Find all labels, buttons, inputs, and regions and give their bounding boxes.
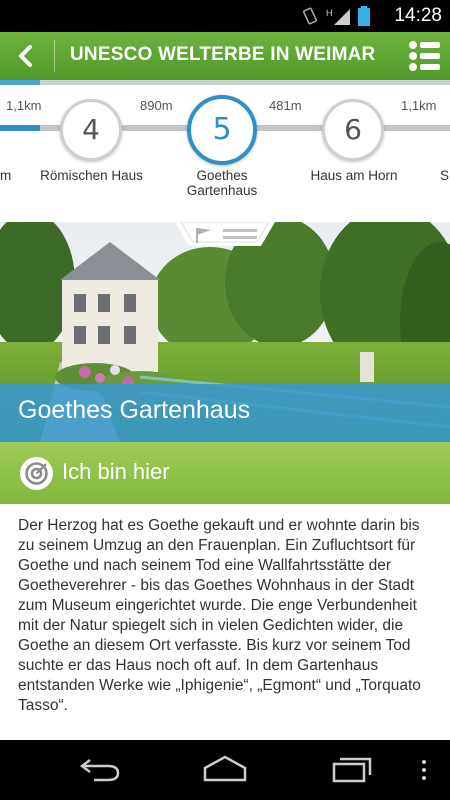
- app-title: UNESCO WELTERBE IN WEIMAR: [70, 44, 376, 65]
- i-am-here-button[interactable]: Ich bin hier: [0, 442, 450, 504]
- list-icon: [409, 41, 440, 71]
- i-am-here-label: Ich bin hier: [62, 459, 170, 484]
- nav-home-icon: [203, 755, 247, 782]
- vibrate-icon: [300, 6, 320, 30]
- stop-4-button[interactable]: 4: [60, 99, 122, 161]
- status-icons: H: [300, 6, 370, 30]
- app-bar-divider: [54, 40, 55, 72]
- description-text: Der Herzog hat es Goethe gekauft und er …: [18, 517, 421, 714]
- stop-label-previous: m: [0, 168, 12, 183]
- distance-label: 481m: [269, 98, 302, 113]
- target-icon: [20, 457, 53, 490]
- back-arrow-icon: [19, 45, 32, 67]
- nav-home-button[interactable]: [202, 754, 248, 788]
- nav-back-button[interactable]: [78, 754, 122, 788]
- distance-label: 890m: [140, 98, 173, 113]
- toggle-view-tab[interactable]: [175, 221, 275, 248]
- app-bar: UNESCO WELTERBE IN WEIMAR: [0, 32, 450, 80]
- status-time: 14:28: [394, 5, 442, 26]
- svg-text:H: H: [326, 8, 333, 18]
- status-bar: H 14:28: [0, 0, 450, 32]
- distance-label: 1,1km: [401, 98, 437, 113]
- battery-icon: [358, 6, 370, 30]
- nav-recents-icon: [332, 757, 372, 783]
- distance-label: 1,1km: [6, 98, 42, 113]
- place-title-bar: Goethes Gartenhaus: [0, 384, 450, 442]
- signal-icon: H: [326, 6, 352, 30]
- overflow-dots-icon: [422, 760, 426, 780]
- stop-6-button[interactable]: 6: [322, 99, 384, 161]
- stop-label-4: Römischen Haus: [40, 168, 143, 183]
- stop-label-5: Goethes Gartenhaus: [186, 168, 258, 198]
- back-button[interactable]: [10, 39, 44, 73]
- nav-recents-button[interactable]: [330, 754, 374, 788]
- list-menu-button[interactable]: [408, 40, 442, 72]
- tour-stepper[interactable]: 1,1km 890m 481m 1,1km 4 5 6 m Römischen …: [0, 85, 450, 222]
- place-title: Goethes Gartenhaus: [18, 396, 251, 424]
- nav-overflow-menu-button[interactable]: [420, 758, 428, 786]
- stop-5-button[interactable]: 5: [187, 95, 257, 165]
- system-nav-bar: [0, 740, 450, 800]
- stop-label-6: Haus am Horn: [310, 168, 398, 183]
- stop-label-next: S: [440, 168, 450, 183]
- nav-back-icon: [79, 759, 120, 782]
- place-description: Der Herzog hat es Goethe gekauft und er …: [0, 504, 450, 740]
